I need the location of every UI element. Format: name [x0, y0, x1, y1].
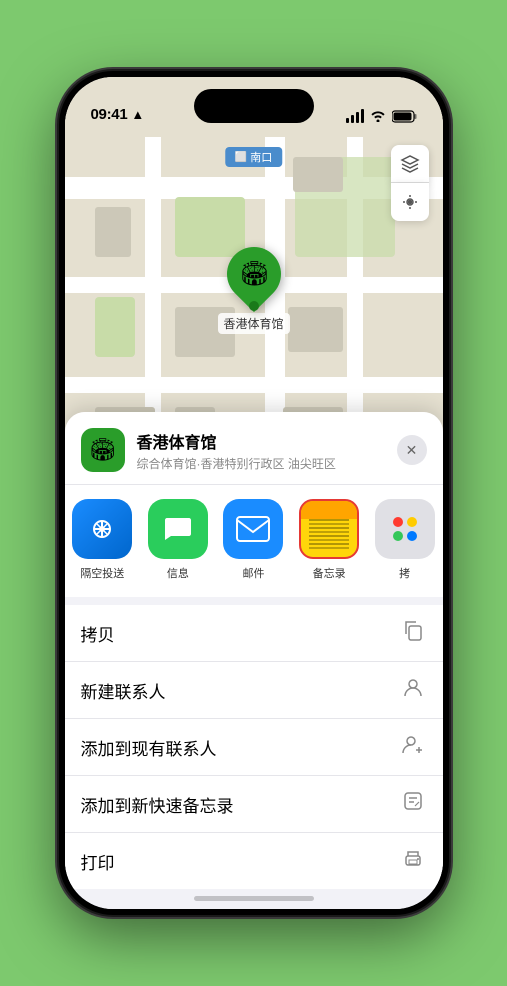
signal-bars-icon	[346, 109, 364, 123]
status-time: 09:41	[91, 106, 128, 123]
share-row: 隔空投送 信息	[65, 485, 443, 597]
action-add-contact[interactable]: 添加到现有联系人	[65, 719, 443, 776]
map-location-button[interactable]	[391, 183, 429, 221]
action-new-contact-label: 新建联系人	[81, 678, 399, 703]
home-indicator	[194, 896, 314, 901]
north-label: ⬜ 南口	[225, 147, 282, 167]
action-copy-label: 拷贝	[81, 621, 399, 646]
location-name: 香港体育馆	[137, 429, 385, 453]
mail-icon	[223, 499, 283, 559]
action-new-contact[interactable]: 新建联系人	[65, 662, 443, 719]
wifi-icon	[370, 110, 386, 122]
pin-label: 香港体育馆	[217, 313, 289, 334]
location-info: 香港体育馆 综合体育馆·香港特别行政区 油尖旺区	[137, 429, 385, 472]
map-controls	[391, 145, 429, 221]
add-contact-icon	[399, 733, 427, 761]
action-add-contact-label: 添加到现有联系人	[81, 735, 399, 760]
airdrop-label: 隔空投送	[80, 565, 124, 581]
share-item-notes[interactable]: 备忘录	[291, 499, 367, 581]
location-subtitle: 综合体育馆·香港特别行政区 油尖旺区	[137, 455, 385, 472]
notes-icon	[299, 499, 359, 559]
message-icon	[148, 499, 208, 559]
action-print[interactable]: 打印	[65, 833, 443, 889]
mail-label: 邮件	[242, 565, 264, 581]
map-layers-button[interactable]	[391, 145, 429, 183]
location-icon: 🏟	[81, 428, 125, 472]
share-item-mail[interactable]: 邮件	[216, 499, 292, 581]
battery-icon	[392, 110, 417, 123]
share-item-message[interactable]: 信息	[140, 499, 216, 581]
location-arrow-icon: ▲	[131, 107, 144, 122]
location-header: 🏟 香港体育馆 综合体育馆·香港特别行政区 油尖旺区 ✕	[65, 412, 443, 485]
action-quick-note-label: 添加到新快速备忘录	[81, 792, 399, 817]
quick-note-icon	[399, 790, 427, 818]
airdrop-icon	[72, 499, 132, 559]
bottom-sheet: 🏟 香港体育馆 综合体育馆·香港特别行政区 油尖旺区 ✕	[65, 412, 443, 909]
copy-icon	[399, 619, 427, 647]
action-quick-note[interactable]: 添加到新快速备忘录	[65, 776, 443, 833]
dynamic-island	[194, 89, 314, 123]
notes-label: 备忘录	[313, 565, 346, 581]
action-print-label: 打印	[81, 849, 399, 874]
action-copy[interactable]: 拷贝	[65, 605, 443, 662]
print-icon	[399, 847, 427, 875]
phone-frame: 09:41 ▲	[59, 71, 449, 915]
action-list: 拷贝 新建联系人	[65, 605, 443, 889]
new-contact-icon	[399, 676, 427, 704]
message-label: 信息	[167, 565, 189, 581]
more-icon	[375, 499, 435, 559]
share-item-more[interactable]: 拷	[367, 499, 443, 581]
close-button[interactable]: ✕	[397, 435, 427, 465]
share-item-airdrop[interactable]: 隔空投送	[65, 499, 141, 581]
phone-screen: 09:41 ▲	[65, 77, 443, 909]
location-pin: 🏟 香港体育馆	[217, 247, 289, 334]
status-icons	[346, 109, 417, 123]
more-label: 拷	[399, 565, 410, 581]
